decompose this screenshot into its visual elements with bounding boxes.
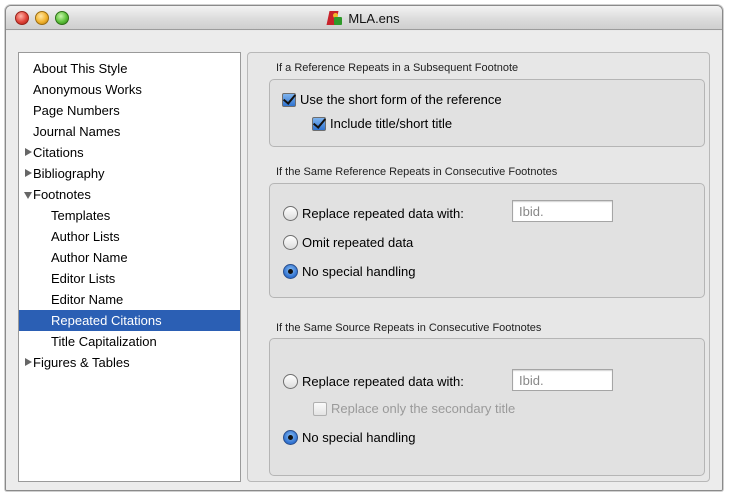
disclosure-triangle-collapsed-icon[interactable]	[25, 169, 32, 177]
omit-repeated-option[interactable]: Omit repeated data	[283, 235, 413, 250]
group-subsequent-footnote	[269, 79, 705, 147]
sidebar-item-label: Page Numbers	[33, 103, 120, 118]
omit-repeated-label: Omit repeated data	[302, 235, 414, 250]
sidebar-item-label: Journal Names	[33, 124, 121, 139]
sidebar-item-label: Author Lists	[51, 229, 120, 244]
no-special-handling-source-label: No special handling	[302, 430, 416, 445]
use-short-form-option[interactable]: Use the short form of the reference	[282, 92, 502, 107]
sidebar-item-label: About This Style	[33, 61, 128, 76]
sidebar-item-editor-name[interactable]: Editor Name	[19, 289, 240, 310]
title-bar[interactable]: MLA.ens	[6, 6, 722, 30]
sidebar-item-title-capitalization[interactable]: Title Capitalization	[19, 331, 240, 352]
omit-repeated-radio[interactable]	[283, 235, 298, 250]
sidebar-item-label: Repeated Citations	[51, 313, 162, 328]
sidebar-item-page-numbers[interactable]: Page Numbers	[19, 100, 240, 121]
replace-repeated-ref-option[interactable]: Replace repeated data with:	[283, 206, 464, 221]
sidebar-item-label: Citations	[33, 145, 84, 160]
sidebar-item-citations[interactable]: Citations	[19, 142, 240, 163]
use-short-form-label: Use the short form of the reference	[300, 92, 502, 107]
disclosure-triangle-collapsed-icon[interactable]	[25, 358, 32, 366]
replace-repeated-ref-radio[interactable]	[283, 206, 298, 221]
document-style-icon	[326, 11, 343, 25]
window-title-group: MLA.ens	[6, 6, 722, 30]
replace-secondary-title-label: Replace only the secondary title	[331, 401, 516, 416]
include-title-label: Include title/short title	[330, 116, 453, 131]
section-title-same-reference: If the Same Reference Repeats in Consecu…	[276, 166, 558, 178]
sidebar-item-label: Figures & Tables	[33, 355, 130, 370]
use-short-form-checkbox[interactable]	[282, 92, 296, 107]
sidebar-item-label: Templates	[51, 208, 111, 223]
no-special-handling-ref-radio[interactable]	[283, 264, 298, 279]
sidebar-item-templates[interactable]: Templates	[19, 205, 240, 226]
sidebar-item-anonymous-works[interactable]: Anonymous Works	[19, 79, 240, 100]
sidebar-item-footnotes[interactable]: Footnotes	[19, 184, 240, 205]
replace-secondary-title-option[interactable]: Replace only the secondary title	[313, 401, 515, 416]
replace-ref-text-field[interactable]	[512, 200, 613, 222]
sidebar-item-author-name[interactable]: Author Name	[19, 247, 240, 268]
section-title-subsequent-footnote: If a Reference Repeats in a Subsequent F…	[276, 62, 519, 74]
sidebar-item-bibliography[interactable]: Bibliography	[19, 163, 240, 184]
replace-source-text-field[interactable]	[512, 369, 613, 391]
no-special-handling-source-option[interactable]: No special handling	[283, 430, 415, 445]
replace-repeated-source-radio[interactable]	[283, 374, 298, 389]
style-sections-sidebar: About This Style Anonymous Works Page Nu…	[18, 52, 241, 482]
sidebar-item-author-lists[interactable]: Author Lists	[19, 226, 240, 247]
disclosure-triangle-expanded-icon[interactable]	[24, 192, 32, 199]
sidebar-item-repeated-citations[interactable]: Repeated Citations	[19, 310, 240, 331]
sidebar-item-label: Footnotes	[33, 187, 91, 202]
replace-repeated-source-label: Replace repeated data with:	[302, 374, 464, 389]
sidebar-item-about-this-style[interactable]: About This Style	[19, 58, 240, 79]
replace-repeated-source-option[interactable]: Replace repeated data with:	[283, 374, 464, 389]
replace-secondary-title-checkbox[interactable]	[313, 401, 327, 416]
sidebar-item-label: Bibliography	[33, 166, 105, 181]
section-title-same-source: If the Same Source Repeats in Consecutiv…	[276, 322, 542, 334]
no-special-handling-source-radio[interactable]	[283, 430, 298, 445]
sidebar-item-label: Title Capitalization	[51, 334, 157, 349]
sidebar-item-label: Editor Lists	[51, 271, 116, 286]
include-title-checkbox[interactable]	[312, 116, 326, 131]
replace-repeated-ref-label: Replace repeated data with:	[302, 206, 464, 221]
sidebar-item-figures-tables[interactable]: Figures & Tables	[19, 352, 240, 373]
disclosure-triangle-collapsed-icon[interactable]	[25, 148, 32, 156]
no-special-handling-ref-option[interactable]: No special handling	[283, 264, 415, 279]
app-window: MLA.ens About This Style Anonymous Works…	[5, 5, 723, 491]
no-special-handling-ref-label: No special handling	[302, 264, 416, 279]
window-title: MLA.ens	[348, 10, 400, 26]
sidebar-item-label: Editor Name	[51, 292, 124, 307]
include-title-option[interactable]: Include title/short title	[312, 116, 452, 131]
sidebar-item-label: Anonymous Works	[33, 82, 142, 97]
sidebar-item-editor-lists[interactable]: Editor Lists	[19, 268, 240, 289]
sidebar-item-journal-names[interactable]: Journal Names	[19, 121, 240, 142]
sidebar-item-label: Author Name	[51, 250, 128, 265]
